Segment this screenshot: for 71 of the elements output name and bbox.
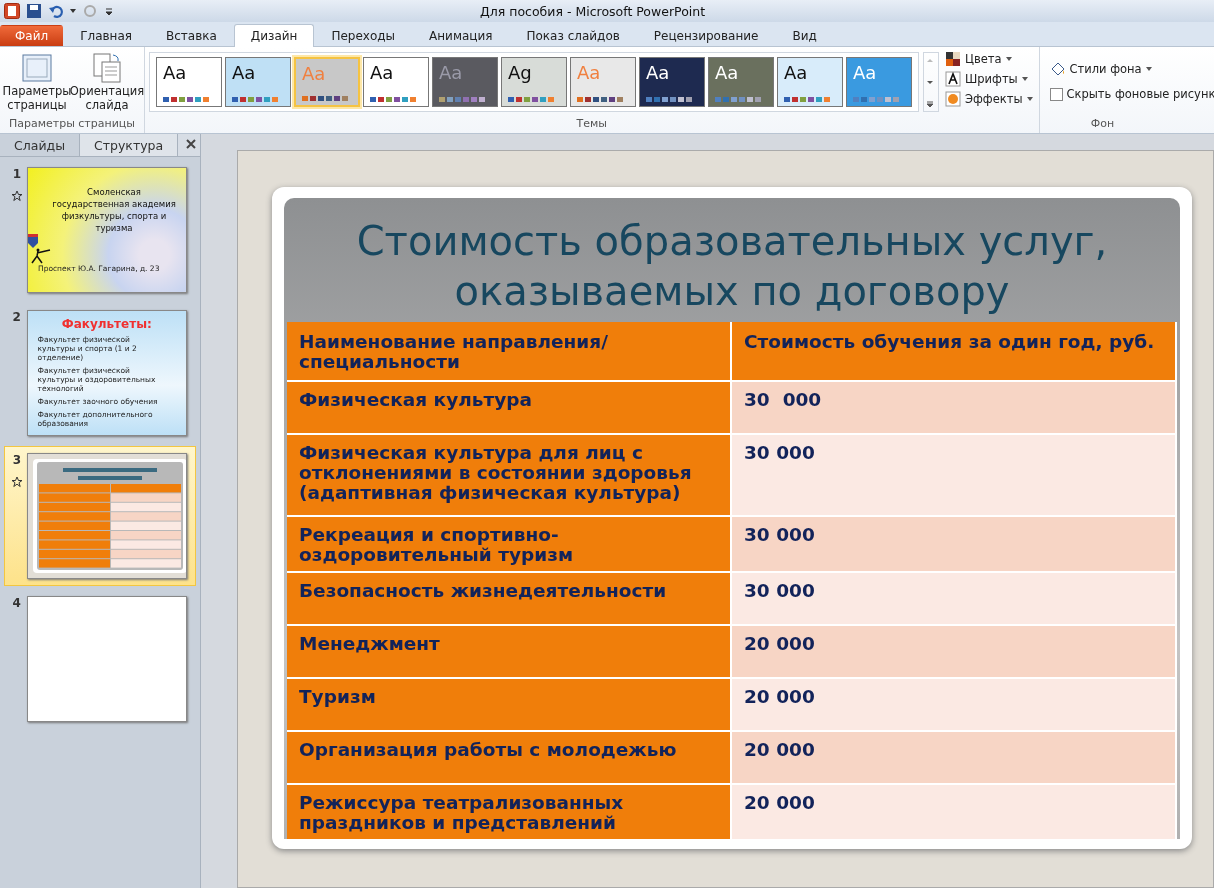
ribbon-tab[interactable]: Главная — [63, 25, 149, 46]
caret-icon — [1145, 67, 1152, 71]
ribbon-tab[interactable]: Показ слайдов — [509, 25, 637, 46]
background-styles-button[interactable]: Стили фона — [1047, 60, 1154, 78]
ribbon-tab[interactable]: Анимация — [412, 25, 510, 46]
ribbon-tab[interactable]: Переходы — [314, 25, 413, 46]
ribbon-tab[interactable]: Вставка — [149, 25, 234, 46]
theme-thumbnail[interactable]: Aa — [708, 57, 774, 107]
table-cell: Менеджмент — [287, 626, 730, 677]
slide-title: Смоленская государственная академия физкультуры, спорта и туризма — [51, 186, 177, 234]
table-cell: 30 000 — [732, 517, 1175, 571]
ribbon-button[interactable]: Параметры страницы — [4, 50, 70, 114]
file-tab[interactable]: Файл — [0, 25, 64, 46]
column-header: Наименование направления/специальности — [287, 322, 730, 380]
table-cell: 30 000 — [732, 435, 1175, 515]
fencer-icon — [28, 248, 52, 264]
table-cell: Физическая культура для лиц с отклонениями в состоянии здоровья (адаптивная физическая культура) — [287, 435, 730, 515]
group-label: Параметры страницы — [7, 117, 137, 132]
ribbon-button[interactable]: Эффекты — [943, 90, 1035, 108]
table-cell: Туризм — [287, 679, 730, 730]
caret-icon — [1005, 57, 1012, 61]
theme-thumbnail[interactable]: Aa — [777, 57, 843, 107]
theme-thumbnail[interactable]: Aa — [225, 57, 291, 107]
slide-title: Стоимость образовательных услуг, оказываемых по договору — [355, 217, 1109, 316]
effects-icon — [945, 91, 961, 107]
slide-number: 1 — [12, 167, 22, 181]
font-icon — [945, 71, 961, 87]
caret-icon — [1026, 97, 1033, 101]
save-icon — [26, 3, 42, 19]
slide-number: 2 — [12, 310, 21, 324]
star-icon — [11, 190, 23, 202]
column-header: Стоимость обучения за один год, руб. — [732, 322, 1175, 380]
table-cell: Организация работы с молодежью — [287, 732, 730, 783]
color-squares-icon — [945, 51, 961, 67]
undo-icon — [48, 3, 64, 19]
caret-icon — [1021, 77, 1028, 81]
theme-thumbnail[interactable]: Ag — [501, 57, 567, 107]
slide-number: 4 — [12, 596, 21, 610]
panel-tab[interactable]: Слайды — [0, 134, 80, 156]
panel-tab[interactable]: Структура — [80, 134, 179, 156]
table-cell: Физическая культура — [287, 382, 730, 433]
ribbon-tab[interactable]: Дизайн — [233, 24, 315, 47]
table-cell: Рекреация и спортивно-оздоровительный туризм — [287, 517, 730, 571]
ribbon-button[interactable]: Шрифты — [943, 70, 1035, 88]
table-cell: 30 000 — [732, 382, 1175, 433]
table-cell: Режиссура театрализованных праздников и представлений — [287, 785, 730, 839]
table-cell: 20 000 — [732, 679, 1175, 730]
ribbon-button[interactable]: Цвета — [943, 50, 1035, 68]
window-title: Для пособия - Microsoft PowerPoint — [480, 3, 706, 19]
slide-number: 3 — [12, 453, 22, 467]
table-cell: Безопасность жизнедеятельности — [287, 573, 730, 624]
orientation-icon — [91, 52, 123, 84]
group-label: Темы — [575, 117, 608, 132]
checkbox-icon — [1049, 87, 1063, 101]
slide-title: Факультеты: — [60, 317, 153, 331]
slide-thumbnail[interactable] — [26, 596, 187, 722]
table-cell: 20 000 — [732, 626, 1175, 677]
ribbon-tab[interactable]: Вид — [775, 25, 834, 46]
theme-thumbnail[interactable]: Aa — [363, 57, 429, 107]
app-logo-icon — [4, 3, 20, 19]
table-cell: 30 000 — [732, 573, 1175, 624]
star-icon — [11, 476, 23, 488]
theme-thumbnail[interactable]: Aa — [639, 57, 705, 107]
table-cell: 20 000 — [732, 785, 1175, 839]
table-cell: 20 000 — [732, 732, 1175, 783]
caret-icon — [70, 9, 76, 13]
group-label: Фон — [1089, 117, 1116, 132]
emblem-icon — [28, 234, 38, 248]
page-setup-icon — [21, 52, 53, 84]
theme-thumbnail[interactable]: Aa — [156, 57, 222, 107]
ribbon-tab[interactable]: Рецензирование — [636, 25, 776, 46]
